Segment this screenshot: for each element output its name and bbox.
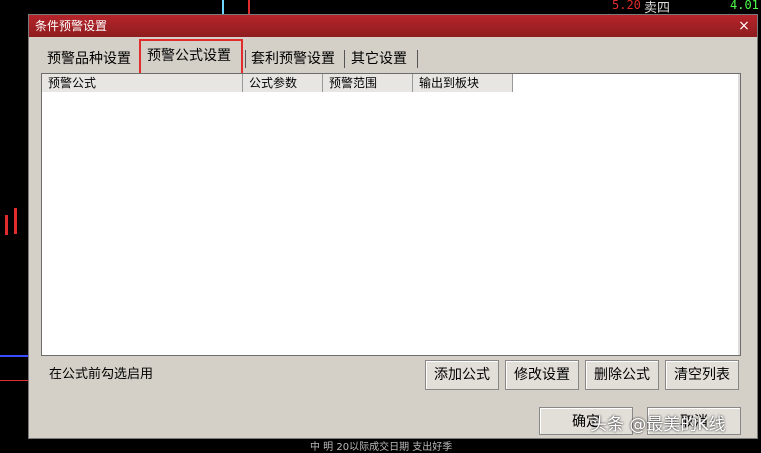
formula-list[interactable]: 预警公式 公式参数 预警范围 输出到板块 — [41, 73, 741, 356]
column-header-formula[interactable]: 预警公式 — [42, 74, 243, 92]
column-header-params[interactable]: 公式参数 — [243, 74, 323, 92]
top-price: 5.20 — [612, 0, 641, 12]
column-header-output[interactable]: 输出到板块 — [413, 74, 513, 92]
dialog-title: 条件预警设置 — [35, 19, 108, 33]
delete-formula-button[interactable]: 删除公式 — [585, 360, 659, 390]
tab-variety[interactable]: 预警品种设置 — [43, 48, 135, 70]
alert-settings-dialog: 条件预警设置 × 预警品种设置 预警公式设置 套利预警设置 其它设置 预警公式 … — [28, 14, 758, 439]
tab-divider — [417, 50, 418, 68]
column-header-range[interactable]: 预警范围 — [323, 74, 413, 92]
chart-line — [0, 355, 28, 357]
tab-divider — [245, 50, 246, 68]
list-scrollbar[interactable] — [738, 74, 740, 355]
chart-bar — [14, 208, 17, 234]
chart-line — [222, 0, 224, 14]
tab-arbitrage[interactable]: 套利预警设置 — [247, 48, 339, 70]
tab-divider — [344, 50, 345, 68]
watermark: 头条 @最美的K线 — [590, 415, 726, 435]
dialog-titlebar[interactable]: 条件预警设置 × — [29, 15, 757, 37]
clear-list-button[interactable]: 清空列表 — [665, 360, 739, 390]
close-icon[interactable]: × — [737, 15, 751, 37]
add-formula-button[interactable]: 添加公式 — [425, 360, 499, 390]
bottom-status: 中 明 20以际成交日期 支出好季 — [310, 442, 453, 453]
enable-hint: 在公式前勾选启用 — [49, 367, 154, 382]
chart-bar — [5, 215, 8, 235]
chart-line — [0, 380, 28, 381]
top-value: 4.01 — [730, 0, 759, 12]
chart-line — [248, 0, 250, 14]
modify-settings-button[interactable]: 修改设置 — [505, 360, 579, 390]
tab-other[interactable]: 其它设置 — [347, 48, 411, 70]
